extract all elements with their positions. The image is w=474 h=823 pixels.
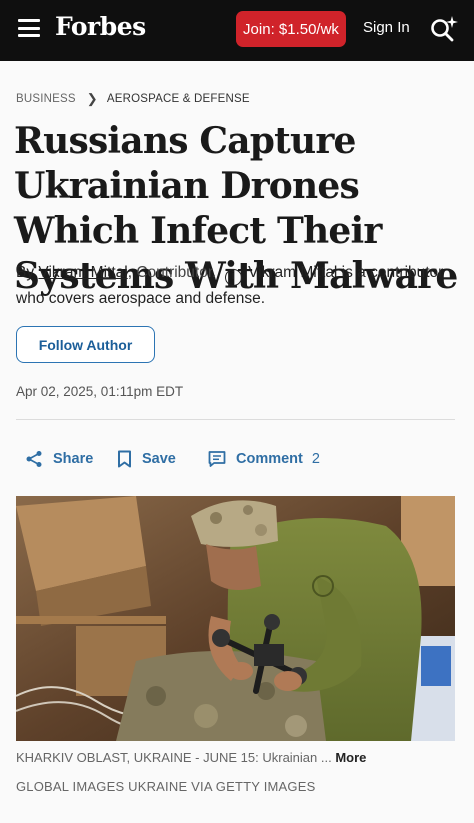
forbes-logo[interactable]: Forbes	[55, 12, 146, 41]
menu-icon[interactable]	[18, 19, 40, 37]
caption-text: KHARKIV OBLAST, UKRAINE - JUNE 15: Ukrai…	[16, 750, 332, 765]
caption-more-link[interactable]: More	[335, 750, 366, 765]
publish-date: Apr 02, 2025, 01:11pm EDT	[16, 384, 184, 399]
image-caption: KHARKIV OBLAST, UKRAINE - JUNE 15: Ukrai…	[16, 750, 466, 765]
author-role: Contributor.	[136, 264, 217, 281]
comment-icon	[208, 451, 226, 467]
share-button[interactable]: Share	[25, 446, 93, 472]
chevron-right-icon: ❯	[86, 91, 98, 106]
soldier-with-drone-photo	[16, 496, 455, 741]
comment-label: Comment	[236, 451, 303, 467]
comment-button[interactable]: Comment 2	[208, 446, 320, 472]
article-actions: Share Save Comment 2	[0, 446, 474, 472]
share-label: Share	[53, 451, 94, 467]
save-label: Save	[142, 451, 176, 467]
comment-count: 2	[311, 451, 320, 467]
save-button[interactable]: Save	[117, 446, 176, 472]
sign-in-link[interactable]: Sign In	[363, 19, 410, 36]
article-page: Forbes Join: $1.50/wk Sign In BUSINESS ❯…	[0, 0, 474, 823]
divider	[16, 419, 455, 420]
bookmark-icon	[118, 450, 131, 468]
info-icon[interactable]: i	[224, 269, 242, 286]
top-navigation-bar: Forbes Join: $1.50/wk Sign In	[0, 0, 474, 61]
breadcrumb-aerospace-defense[interactable]: AEROSPACE & DEFENSE	[107, 93, 250, 105]
image-credit: GLOBAL IMAGES UKRAINE VIA GETTY IMAGES	[16, 779, 316, 794]
follow-author-button[interactable]: Follow Author	[16, 326, 155, 363]
join-button[interactable]: Join: $1.50/wk	[236, 11, 346, 47]
byline: By Vikram Mittal, Contributor. i Vikram …	[16, 264, 444, 307]
share-icon	[26, 451, 42, 467]
breadcrumb: BUSINESS ❯ AEROSPACE & DEFENSE	[16, 91, 250, 107]
article-hero-image[interactable]	[16, 496, 455, 741]
author-link[interactable]: Vikram Mittal	[38, 264, 127, 281]
breadcrumb-business[interactable]: BUSINESS	[16, 93, 76, 105]
search-sparkle-icon[interactable]	[429, 14, 459, 44]
byline-prefix: By	[16, 264, 35, 281]
